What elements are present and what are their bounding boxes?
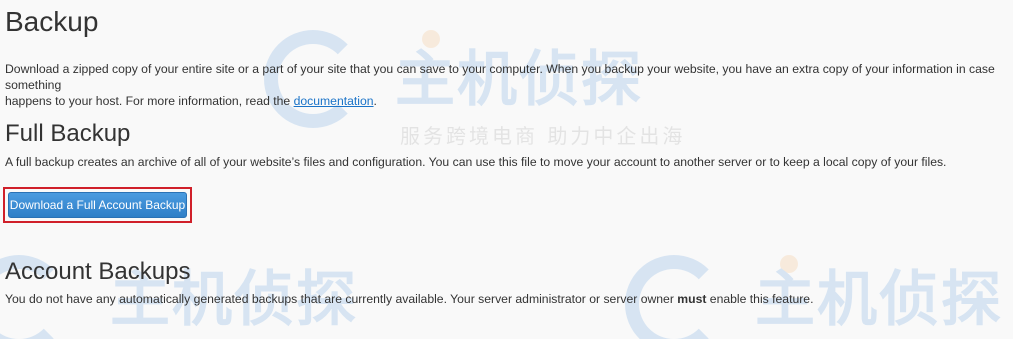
- backup-page: 主机侦探 服务跨境电商 助力中企出海 主机侦探 主机侦探 Backup Down…: [0, 0, 1013, 339]
- backup-description-end: .: [373, 94, 377, 108]
- watermark-dot-icon: [780, 255, 798, 273]
- account-backups-emphasis: must: [677, 292, 707, 306]
- backup-description-line1: Download a zipped copy of your entire si…: [5, 62, 995, 92]
- account-backups-description: You do not have any automatically genera…: [5, 291, 1005, 307]
- page-title: Backup: [5, 6, 99, 37]
- documentation-link[interactable]: documentation: [294, 94, 374, 108]
- watermark-slogan: 服务跨境电商 助力中企出海: [400, 124, 686, 148]
- full-backup-heading: Full Backup: [5, 120, 131, 147]
- button-highlight-box: Download a Full Account Backup: [3, 187, 192, 223]
- backup-description-line2: happens to your host. For more informati…: [5, 94, 294, 108]
- account-backups-text-before: You do not have any automatically genera…: [5, 292, 678, 306]
- watermark-dot-icon: [422, 30, 440, 48]
- account-backups-text-after: enable this feature.: [706, 292, 814, 306]
- full-backup-description: A full backup creates an archive of all …: [5, 155, 947, 169]
- download-full-backup-button[interactable]: Download a Full Account Backup: [8, 192, 187, 218]
- backup-description: Download a zipped copy of your entire si…: [5, 61, 1013, 109]
- account-backups-heading: Account Backups: [5, 258, 191, 285]
